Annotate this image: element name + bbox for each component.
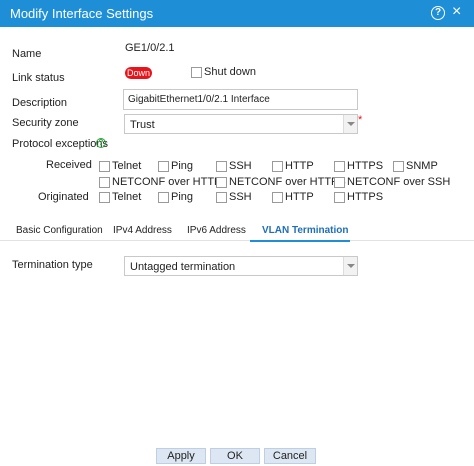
checkbox-label: HTTPS xyxy=(347,191,384,203)
checkbox-box[interactable] xyxy=(334,191,345,203)
chevron-down-icon[interactable] xyxy=(343,257,357,275)
dialog-title: Modify Interface Settings xyxy=(10,6,154,21)
received-telnet-checkbox[interactable]: Telnet xyxy=(99,160,141,172)
apply-button[interactable]: Apply xyxy=(156,448,206,464)
tab-ipv4-address[interactable]: IPv4 Address xyxy=(113,225,172,236)
received-netconf-http-checkbox[interactable]: NETCONF over HTTP xyxy=(99,176,221,188)
checkbox-box[interactable] xyxy=(272,191,283,203)
shutdown-label: Shut down xyxy=(204,66,256,78)
ok-button[interactable]: OK xyxy=(210,448,260,464)
checkbox-label: SNMP xyxy=(406,160,438,172)
description-label: Description xyxy=(12,97,68,109)
originated-ssh-checkbox[interactable]: SSH xyxy=(216,191,252,203)
received-http-checkbox[interactable]: HTTP xyxy=(272,160,314,172)
received-ping-checkbox[interactable]: Ping xyxy=(158,160,193,172)
link-status-label: Link status xyxy=(12,72,65,84)
checkbox-box[interactable] xyxy=(216,176,227,188)
help-circle-icon[interactable]: ? xyxy=(96,138,106,148)
checkbox-box[interactable] xyxy=(334,176,345,188)
protocol-exceptions-label: Protocol exceptions xyxy=(12,138,108,150)
originated-http-checkbox[interactable]: HTTP xyxy=(272,191,314,203)
security-zone-select[interactable]: Trust xyxy=(124,114,358,134)
checkbox-box[interactable] xyxy=(334,160,345,172)
checkbox-box[interactable] xyxy=(272,160,283,172)
received-https-checkbox[interactable]: HTTPS xyxy=(334,160,383,172)
received-label: Received xyxy=(46,159,92,171)
checkbox-label: SSH xyxy=(229,160,252,172)
received-snmp-checkbox[interactable]: SNMP xyxy=(393,160,438,172)
checkbox-box[interactable] xyxy=(216,191,227,203)
received-netconf-ssh-checkbox[interactable]: NETCONF over SSH xyxy=(334,176,450,188)
checkbox-label: NETCONF over SSH xyxy=(347,176,451,188)
originated-https-checkbox[interactable]: HTTPS xyxy=(334,191,383,203)
security-zone-value: Trust xyxy=(130,119,155,131)
termination-type-value: Untagged termination xyxy=(130,261,236,273)
checkbox-box[interactable] xyxy=(99,160,110,172)
security-zone-label: Security zone xyxy=(12,117,79,129)
checkbox-box[interactable] xyxy=(158,191,169,203)
name-value: GE1/0/2.1 xyxy=(125,42,175,54)
checkbox-label: Ping xyxy=(171,191,194,203)
help-icon[interactable]: ? xyxy=(431,6,445,20)
tab-vlan-termination[interactable]: VLAN Termination xyxy=(262,225,348,236)
received-ssh-checkbox[interactable]: SSH xyxy=(216,160,252,172)
originated-ping-checkbox[interactable]: Ping xyxy=(158,191,193,203)
checkbox-box[interactable] xyxy=(99,191,110,203)
tab-basic-configuration[interactable]: Basic Configuration xyxy=(16,225,103,236)
termination-type-label: Termination type xyxy=(12,259,93,271)
checkbox-label: HTTPS xyxy=(347,160,384,172)
checkbox-box[interactable] xyxy=(158,160,169,172)
checkbox-label: HTTP xyxy=(285,160,314,172)
originated-label: Originated xyxy=(38,191,89,203)
checkbox-label: NETCONF over HTTPS xyxy=(229,176,346,188)
required-mark: * xyxy=(358,114,363,126)
checkbox-box[interactable] xyxy=(216,160,227,172)
checkbox-label: SSH xyxy=(229,191,252,203)
originated-telnet-checkbox[interactable]: Telnet xyxy=(99,191,141,203)
checkbox-label: NETCONF over HTTP xyxy=(112,176,222,188)
dialog-titlebar: Modify Interface Settings ? × xyxy=(0,0,474,27)
checkbox-box[interactable] xyxy=(191,66,202,78)
tab-bar: Basic Configuration IPv4 Address IPv6 Ad… xyxy=(0,219,474,241)
description-input[interactable]: GigabitEthernet1/0/2.1 Interface xyxy=(123,89,358,110)
name-label: Name xyxy=(12,48,42,60)
cancel-button[interactable]: Cancel xyxy=(264,448,316,464)
description-value: GigabitEthernet1/0/2.1 Interface xyxy=(128,94,270,105)
shutdown-checkbox[interactable]: Shut down xyxy=(191,66,256,78)
chevron-down-icon[interactable] xyxy=(343,115,357,133)
checkbox-label: Ping xyxy=(171,160,194,172)
checkbox-box[interactable] xyxy=(393,160,404,172)
received-netconf-https-checkbox[interactable]: NETCONF over HTTPS xyxy=(216,176,346,188)
checkbox-label: Telnet xyxy=(112,191,142,203)
link-status-badge: Down xyxy=(125,67,152,79)
checkbox-box[interactable] xyxy=(99,176,110,188)
termination-type-select[interactable]: Untagged termination xyxy=(124,256,358,276)
checkbox-label: Telnet xyxy=(112,160,142,172)
tab-ipv6-address[interactable]: IPv6 Address xyxy=(187,225,246,236)
close-icon[interactable]: × xyxy=(452,3,461,21)
active-tab-indicator xyxy=(250,240,350,242)
checkbox-label: HTTP xyxy=(285,191,314,203)
